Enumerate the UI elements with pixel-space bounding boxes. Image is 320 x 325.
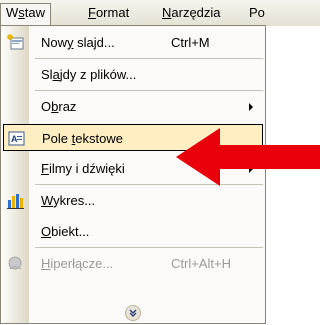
menu-separator [35,58,263,59]
shortcut-text: Ctrl+M [171,35,210,50]
new-slide-icon [7,34,24,51]
shortcut-text: Ctrl+Alt+H [171,256,231,271]
menu-narzedzia[interactable]: Narzędzia [157,4,226,22]
menu-item-chart[interactable]: Wykres... [1,186,265,215]
red-pointer-arrow [176,128,320,186]
menu-separator [35,247,263,248]
text-box-icon: A [8,130,25,147]
svg-text:A: A [11,134,18,144]
submenu-arrow-icon [249,103,253,111]
menu-separator [35,90,263,91]
hyperlink-icon [7,255,24,272]
menu-pokaz[interactable]: Po [244,4,270,22]
expand-chevrons-icon[interactable] [125,305,141,321]
menu-item-picture[interactable]: Obraz [1,92,265,121]
menu-item-new-slide[interactable]: Nowy slajd... Ctrl+M [1,28,265,57]
menu-wstaw[interactable]: Wstaw [0,3,52,27]
menu-item-slides-from-files[interactable]: Slajdy z plików... [1,60,265,89]
menu-bar: Wstaw Format Narzędzia Po [0,0,320,27]
chart-icon [7,192,24,209]
menu-item-hyperlink[interactable]: Hiperłącze... Ctrl+Alt+H [1,249,265,278]
menu-format[interactable]: Format [83,4,134,22]
menu-item-object[interactable]: Obiekt... [1,217,265,246]
